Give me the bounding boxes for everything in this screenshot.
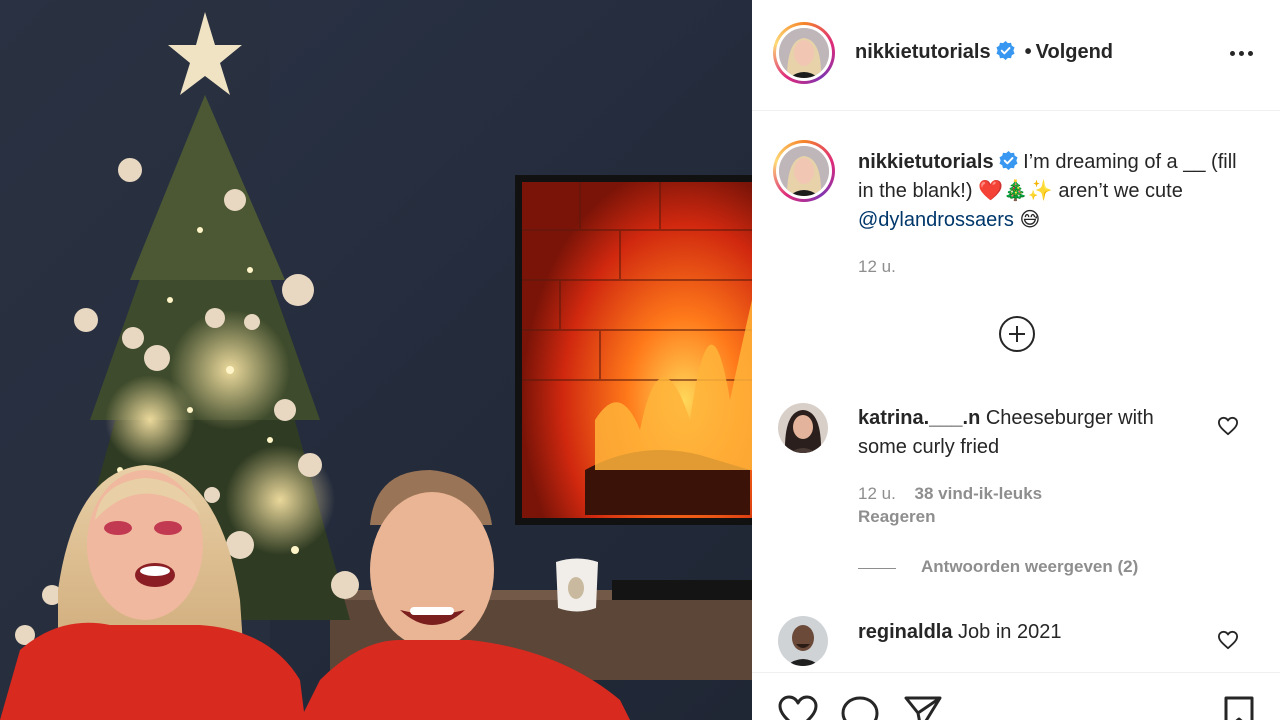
bookmark-icon[interactable]	[1222, 695, 1256, 720]
share-icon[interactable]	[903, 695, 943, 720]
author-username[interactable]: nikkietutorials	[855, 41, 991, 63]
comment-katrina: katrina.___.n Cheeseburger with some cur…	[858, 404, 1203, 462]
post-actions-bar	[752, 672, 1280, 720]
comment-username[interactable]: katrina.___.n	[858, 407, 980, 429]
comment-icon[interactable]	[840, 695, 880, 720]
post-timestamp[interactable]: 12 u.	[858, 257, 896, 277]
caption-author-avatar[interactable]	[773, 140, 835, 202]
reply-button[interactable]: Reageren	[858, 507, 935, 527]
comment-likes[interactable]: 38 vind-ik-leuks	[915, 484, 1043, 503]
heart-icon[interactable]	[1217, 416, 1239, 436]
comment-reginaldla: reginaldla Job in 2021	[858, 618, 1203, 647]
caption-avatar-photo	[779, 146, 829, 196]
following-button[interactable]: Volgend	[1036, 41, 1113, 63]
separator-dot: •	[1024, 41, 1032, 63]
photo-christmas-scene	[0, 0, 752, 720]
view-replies-button[interactable]: Antwoorden weergeven (2)	[921, 557, 1138, 577]
comment-text: Job in 2021	[958, 621, 1062, 643]
comment-avatar-reginaldla[interactable]	[778, 616, 828, 666]
comment-avatar-katrina[interactable]	[778, 403, 828, 453]
caption-mention-link[interactable]: @dylandrossaers	[858, 209, 1014, 231]
verified-badge-icon	[999, 151, 1018, 170]
author-avatar[interactable]	[773, 22, 835, 84]
post-header: nikkietutorials • Volgend	[752, 0, 1280, 111]
add-comment-plus-icon[interactable]	[999, 316, 1035, 352]
comment-meta: 12 u. 38 vind-ik-leuks	[858, 484, 1042, 504]
heart-icon[interactable]	[1217, 630, 1239, 650]
caption-username[interactable]: nikkietutorials	[858, 151, 994, 173]
verified-badge-icon	[996, 41, 1015, 60]
comment-avatar-photo	[778, 616, 828, 666]
comment-username[interactable]: reginaldla	[858, 621, 952, 643]
more-options-icon[interactable]	[1228, 42, 1256, 66]
caption-emoji: 😅	[1019, 209, 1041, 231]
comment-timestamp[interactable]: 12 u.	[858, 484, 896, 503]
replies-divider	[858, 568, 896, 569]
comment-avatar-photo	[778, 403, 828, 453]
post-photo[interactable]	[0, 0, 752, 720]
like-heart-icon[interactable]	[778, 695, 818, 720]
author-avatar-photo	[779, 28, 829, 78]
post-caption: nikkietutorials I’m dreaming of a __ (fi…	[858, 148, 1238, 235]
post-detail-panel: nikkietutorials • Volgend nikkietutorials …	[752, 0, 1280, 720]
